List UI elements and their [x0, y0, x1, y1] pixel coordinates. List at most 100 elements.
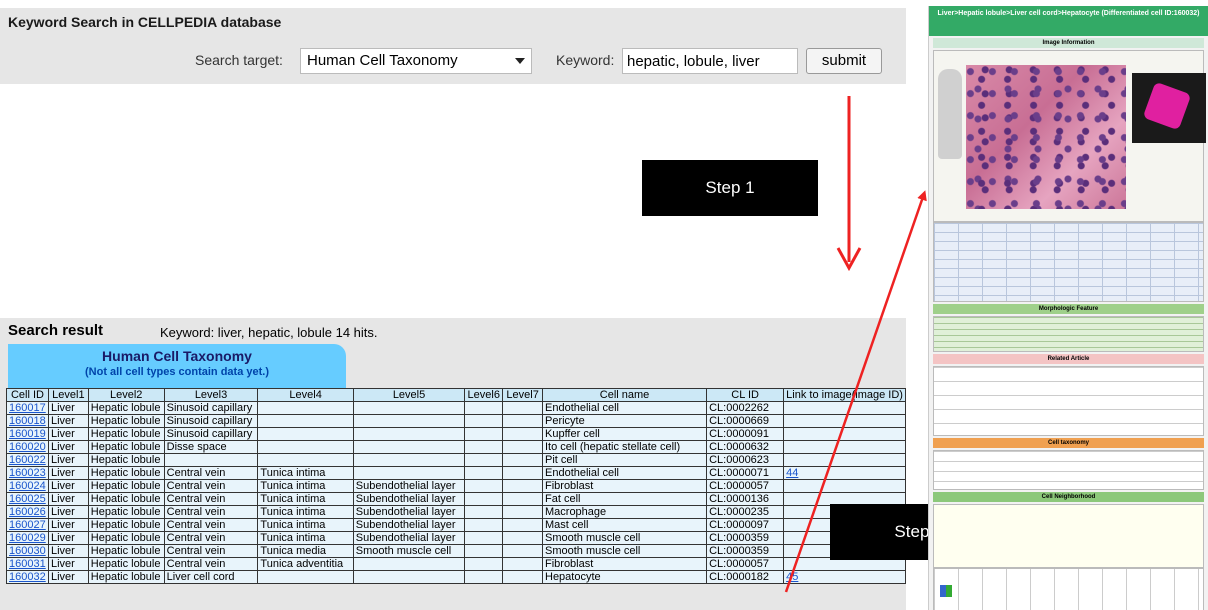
table-row: 160018 Liver Hepatic lobule Sinusoid capill…	[6, 414, 906, 428]
table-cell: Liver	[47, 531, 89, 545]
results-table: Cell ID Level1 Level2 Level3 Level4 Level5 Lev…	[6, 388, 906, 584]
neighborhood-area	[933, 504, 1204, 568]
neighborhood-title: Cell Neighborhood	[933, 492, 1204, 502]
table-cell	[257, 453, 354, 467]
histology-image[interactable]	[966, 65, 1126, 209]
table-cell	[502, 414, 543, 428]
table-cell: Mast cell	[541, 518, 708, 532]
cell-id-link[interactable]: 160027	[6, 518, 49, 532]
table-cell	[464, 505, 504, 519]
table-cell: Hepatic lobule	[87, 531, 165, 545]
cell-id-link[interactable]: 160022	[6, 453, 49, 467]
table-cell	[352, 453, 466, 467]
morph-title: Morphologic Feature	[933, 304, 1204, 314]
table-cell: Fibroblast	[541, 479, 708, 493]
table-cell: Disse space	[163, 440, 259, 454]
table-cell	[352, 570, 466, 584]
column-header: Level7	[502, 388, 543, 402]
table-cell: Pericyte	[541, 414, 708, 428]
step-1-arrowhead	[836, 247, 862, 272]
taxonomy-tab[interactable]: Human Cell Taxonomy (Not all cell types …	[8, 344, 346, 388]
table-cell	[783, 401, 906, 415]
step-1-label: Step 1	[642, 160, 818, 216]
table-cell: Tunica intima	[257, 479, 354, 493]
articles-title: Related Article	[933, 354, 1204, 364]
keyword-input[interactable]	[622, 48, 798, 74]
table-cell	[464, 466, 504, 480]
table-cell: Smooth muscle cell	[541, 531, 708, 545]
table-body: 160017 Liver Hepatic lobule Sinusoid capill…	[6, 401, 906, 584]
search-target-select[interactable]: Human Cell Taxonomy	[300, 48, 532, 74]
morph-table	[933, 316, 1204, 352]
table-cell	[502, 440, 543, 454]
table-row: 160032 Liver Hepatic lobule Liver cell cord…	[6, 570, 906, 584]
table-cell	[352, 427, 466, 441]
table-cell	[257, 414, 354, 428]
table-row: 160023 Liver Hepatic lobule Central vein Tun…	[6, 466, 906, 480]
table-cell: Hepatic lobule	[87, 479, 165, 493]
table-row: 160029 Liver Hepatic lobule Central vein Tun…	[6, 531, 906, 545]
table-row: 160026 Liver Hepatic lobule Central vein Tun…	[6, 505, 906, 519]
table-cell	[352, 401, 466, 415]
table-cell: Smooth muscle cell	[541, 544, 708, 558]
table-cell: Liver	[47, 544, 89, 558]
table-cell	[464, 492, 504, 506]
table-cell: CL:0000669	[706, 414, 785, 428]
table-cell: Hepatic lobule	[87, 492, 165, 506]
table-cell: Endothelial cell	[541, 466, 708, 480]
cell-id-link[interactable]: 160020	[6, 440, 49, 454]
cell-id-link[interactable]: 160029	[6, 531, 49, 545]
table-cell: CL:0002262	[706, 401, 785, 415]
cell-id-link[interactable]: 160019	[6, 427, 49, 441]
table-cell: Liver	[47, 401, 89, 415]
table-cell: Liver	[47, 505, 89, 519]
detail-header: Liver>Hepatic lobule>Liver cell cord>Hep…	[929, 6, 1208, 36]
table-cell	[352, 466, 466, 480]
cell-id-link[interactable]: 160024	[6, 479, 49, 493]
table-cell: Pit cell	[541, 453, 708, 467]
column-header: Level4	[257, 388, 354, 402]
table-cell	[163, 453, 259, 467]
table-cell: CL:0000091	[706, 427, 785, 441]
cell-id-link[interactable]: 160032	[6, 570, 49, 584]
column-header: Level1	[47, 388, 89, 402]
table-cell	[464, 531, 504, 545]
cell-id-link[interactable]: 160031	[6, 557, 49, 571]
table-cell: Macrophage	[541, 505, 708, 519]
table-cell: Hepatic lobule	[87, 544, 165, 558]
table-row: 160031 Liver Hepatic lobule Central vein Tun…	[6, 557, 906, 571]
table-cell: Subendothelial layer	[352, 492, 466, 506]
table-cell: Central vein	[163, 492, 259, 506]
table-row: 160027 Liver Hepatic lobule Central vein Tun…	[6, 518, 906, 532]
cell-id-link[interactable]: 160018	[6, 414, 49, 428]
table-cell: Hepatic lobule	[87, 401, 165, 415]
column-header: Level6	[464, 388, 504, 402]
table-cell	[502, 570, 543, 584]
table-cell	[464, 544, 504, 558]
cell-id-link[interactable]: 160025	[6, 492, 49, 506]
table-cell: Hepatic lobule	[87, 570, 165, 584]
table-cell: Hepatic lobule	[87, 466, 165, 480]
table-cell: Kupffer cell	[541, 427, 708, 441]
table-cell	[502, 479, 543, 493]
table-cell: Liver	[47, 427, 89, 441]
table-cell: CL:0000057	[706, 557, 785, 571]
image-link[interactable]: 45	[783, 570, 906, 584]
table-cell: CL:0000136	[706, 492, 785, 506]
table-cell: CL:0000071	[706, 466, 785, 480]
table-cell: Sinusoid capillary	[163, 401, 259, 415]
image-link[interactable]: 44	[783, 466, 906, 480]
cell-id-link[interactable]: 160030	[6, 544, 49, 558]
column-header: Level2	[87, 388, 165, 402]
table-cell: Tunica intima	[257, 466, 354, 480]
cell-id-link[interactable]: 160026	[6, 505, 49, 519]
cell-id-link[interactable]: 160023	[6, 466, 49, 480]
image-info-title: Image Information	[933, 38, 1204, 48]
submit-button[interactable]: submit	[806, 48, 882, 74]
search-target-label: Search target:	[195, 52, 283, 68]
cell-3d-image[interactable]	[1132, 73, 1206, 143]
table-cell	[783, 453, 906, 467]
table-cell	[352, 557, 466, 571]
table-cell	[464, 518, 504, 532]
cell-id-link[interactable]: 160017	[6, 401, 49, 415]
